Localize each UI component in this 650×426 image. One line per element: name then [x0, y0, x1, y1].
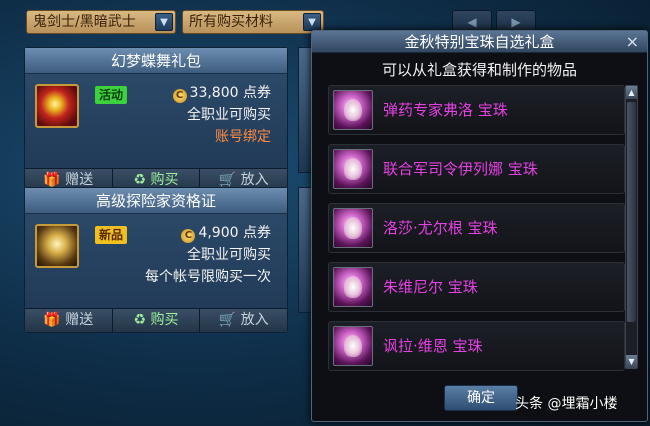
buy-button[interactable]: ♻ 购买	[112, 309, 201, 332]
coupon-icon: C	[172, 89, 187, 103]
purchase-limit: 每个帐号限购买一次	[145, 269, 271, 285]
item-name: 讽拉·维恩 宝珠	[383, 337, 483, 355]
watermark: 头条 @埋霜小楼	[515, 396, 618, 412]
orb-portrait-icon	[333, 326, 373, 366]
item-name: 洛莎·尤尔根 宝珠	[383, 219, 498, 237]
new-badge: 新品	[95, 226, 128, 244]
add-to-cart-button[interactable]: 🛒 放入	[200, 309, 288, 332]
explorer-certificate-icon	[35, 224, 79, 268]
cart-icon: 🛒	[218, 312, 237, 328]
dialog-title: 金秋特别宝珠自选礼盒 ×	[312, 31, 647, 53]
close-icon[interactable]: ×	[626, 31, 639, 53]
chevron-down-icon[interactable]: ▼	[155, 13, 173, 31]
list-scrollbar[interactable]: ▲ ▼	[625, 85, 638, 369]
game-shop-screen: 鬼剑士/黑暗武士 ▼ 所有购买材料 ▼ ◀ ▶ 幻梦蝶舞礼包 活动 C 33,80…	[0, 0, 650, 426]
gift-box-dialog: 金秋特别宝珠自选礼盒 × 可以从礼盒获得和制作的物品 弹药专家弗洛 宝珠 联合军…	[311, 30, 648, 422]
dialog-title-text: 金秋特别宝珠自选礼盒	[404, 33, 555, 51]
orb-item-list: 弹药专家弗洛 宝珠 联合军司令伊列娜 宝珠 洛莎·尤尔根 宝珠 朱维尼尔 宝珠 …	[328, 85, 625, 380]
scroll-up-icon[interactable]: ▲	[626, 86, 637, 99]
cart-icon: 🛒	[218, 172, 237, 188]
class-filter-label: 鬼剑士/黑暗武士	[33, 14, 136, 30]
purchase-eligibility: 全职业可购买	[187, 247, 271, 263]
chevron-down-icon[interactable]: ▼	[303, 13, 321, 31]
orb-portrait-icon	[333, 208, 373, 248]
item-price: C 4,900 点券	[181, 222, 271, 243]
dialog-subtitle: 可以从礼盒获得和制作的物品	[381, 61, 577, 79]
orb-portrait-icon	[333, 149, 373, 189]
price-unit: 点券	[243, 225, 271, 241]
purchase-eligibility: 全职业可购买	[187, 107, 271, 123]
gift-label: 赠送	[65, 172, 94, 188]
price-value: 33,800	[189, 85, 239, 101]
buy-icon: ♻	[133, 312, 147, 328]
orb-portrait-icon	[333, 90, 373, 130]
activity-badge: 活动	[95, 86, 128, 104]
list-item[interactable]: 联合军司令伊列娜 宝珠	[328, 144, 625, 194]
item-name: 朱维尼尔 宝珠	[383, 278, 478, 296]
confirm-button[interactable]: 确定	[444, 385, 518, 411]
shop-item-card[interactable]: 高级探险家资格证 新品 C 4,900 点券 全职业可购买 每个帐号限购买一次 🎁…	[24, 187, 288, 333]
list-item[interactable]: 讽拉·维恩 宝珠	[328, 321, 625, 371]
item-title: 幻梦蝶舞礼包	[25, 48, 287, 74]
scroll-down-icon[interactable]: ▼	[626, 355, 637, 368]
item-name: 联合军司令伊列娜 宝珠	[383, 160, 538, 178]
gift-button[interactable]: 🎁 赠送	[25, 309, 113, 332]
gift-icon: 🎁	[43, 172, 61, 188]
list-item[interactable]: 朱维尼尔 宝珠	[328, 262, 625, 312]
buy-icon: ♻	[133, 172, 147, 188]
account-bound-label: 账号绑定	[215, 129, 271, 145]
material-filter-label: 所有购买材料	[189, 14, 273, 30]
buy-label: 购买	[150, 312, 179, 328]
material-filter-dropdown[interactable]: 所有购买材料 ▼	[182, 10, 324, 34]
butterfly-package-icon	[35, 84, 79, 128]
scrollbar-thumb[interactable]	[627, 102, 636, 322]
class-filter-dropdown[interactable]: 鬼剑士/黑暗武士 ▼	[26, 10, 176, 34]
item-title: 高级探险家资格证	[25, 188, 287, 214]
cart-label: 放入	[240, 312, 269, 328]
coupon-icon: C	[181, 229, 196, 243]
item-price: C 33,800 点券	[172, 82, 271, 103]
price-value: 4,900	[198, 225, 239, 241]
gift-label: 赠送	[65, 312, 94, 328]
price-unit: 点券	[243, 85, 271, 101]
cart-label: 放入	[240, 172, 269, 188]
buy-label: 购买	[150, 172, 179, 188]
item-name: 弹药专家弗洛 宝珠	[383, 101, 508, 119]
gift-icon: 🎁	[43, 312, 61, 328]
list-item[interactable]: 弹药专家弗洛 宝珠	[328, 85, 625, 135]
list-item[interactable]: 洛莎·尤尔根 宝珠	[328, 203, 625, 253]
orb-portrait-icon	[333, 267, 373, 307]
shop-item-card[interactable]: 幻梦蝶舞礼包 活动 C 33,800 点券 全职业可购买 账号绑定 🎁 赠送 ♻ …	[24, 47, 288, 193]
